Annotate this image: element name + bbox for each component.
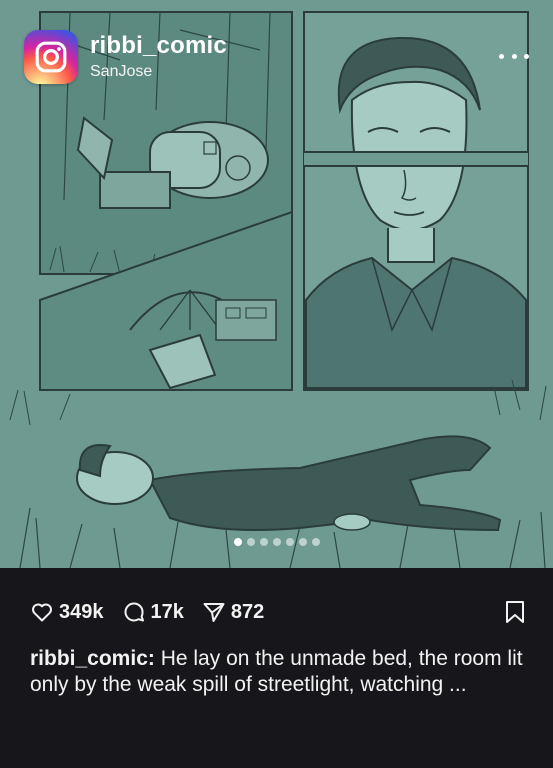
like-button[interactable]: 349k xyxy=(30,600,104,624)
location-label[interactable]: SanJose xyxy=(90,62,227,82)
post-header: ribbi_comic SanJose xyxy=(24,30,227,84)
send-arrow-icon xyxy=(203,603,225,622)
more-dot xyxy=(524,53,529,59)
carousel-dot-5 xyxy=(285,538,294,546)
save-button[interactable] xyxy=(504,600,526,629)
comment-bubble-icon xyxy=(124,602,144,622)
more-options-icon[interactable] xyxy=(499,48,529,64)
carousel-dot-1 xyxy=(233,538,242,546)
post-image[interactable]: ribbi_comic SanJose xyxy=(0,0,553,568)
carousel-dot-3 xyxy=(259,538,268,546)
share-button[interactable]: 872 xyxy=(202,600,264,624)
carousel-dot-6 xyxy=(298,538,307,546)
more-dot xyxy=(511,53,517,59)
carousel-dot-2 xyxy=(246,538,255,546)
user-info: ribbi_comic SanJose xyxy=(90,32,227,82)
carousel-indicator xyxy=(0,538,553,546)
like-count: 349k xyxy=(59,600,104,623)
carousel-dot-4 xyxy=(272,538,281,546)
carousel-dot-7 xyxy=(311,538,320,546)
username[interactable]: ribbi_comic xyxy=(90,32,227,60)
comment-button[interactable]: 17k xyxy=(122,600,184,624)
action-bar: 349k 17k 872 xyxy=(30,598,526,626)
post-caption[interactable]: ribbi_comic: He lay on the unmade bed, t… xyxy=(30,646,530,698)
bookmark-icon xyxy=(506,601,524,623)
comment-count: 17k xyxy=(150,600,184,623)
heart-icon xyxy=(32,603,52,622)
comic-illustration xyxy=(0,0,553,568)
post-card: ribbi_comic SanJose 349k 17k 872 ribbi_c… xyxy=(0,0,553,768)
instagram-logo-icon[interactable] xyxy=(24,30,78,84)
caption-username[interactable]: ribbi_comic: xyxy=(30,647,155,670)
share-count: 872 xyxy=(230,600,265,623)
more-dot xyxy=(499,53,504,59)
